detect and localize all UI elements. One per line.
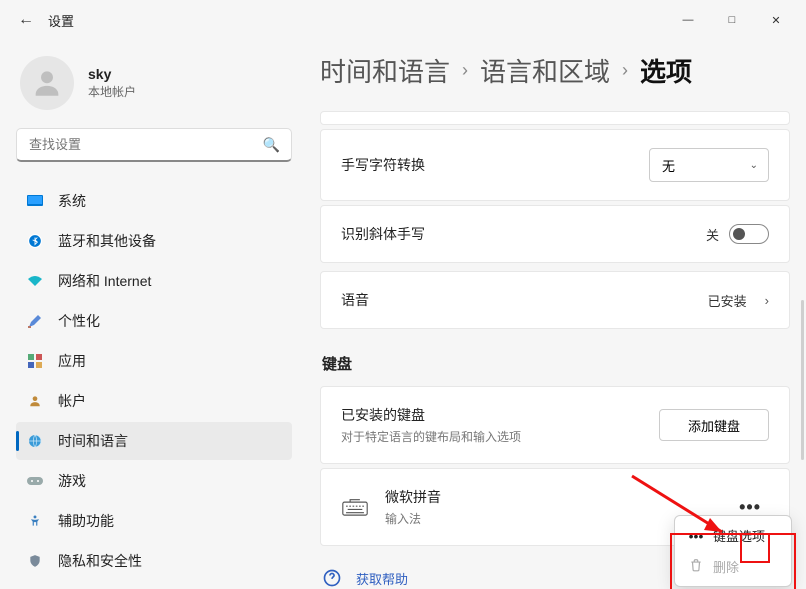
sidebar-item-label: 蓝牙和其他设备: [58, 231, 156, 251]
setting-label: 手写字符转换: [341, 155, 425, 175]
sidebar-item-privacy[interactable]: 隐私和安全性: [16, 542, 292, 580]
chevron-down-icon: ⌄: [750, 160, 758, 171]
user-account-type: 本地帐户: [88, 83, 136, 100]
card-spacer: [320, 111, 790, 125]
breadcrumb-item-options: 选项: [640, 52, 692, 89]
more-icon: •••: [687, 528, 705, 544]
user-name: sky: [88, 66, 136, 82]
breadcrumb-item-time-language[interactable]: 时间和语言: [320, 52, 450, 89]
ctx-item-label: 删除: [713, 557, 739, 576]
ctx-keyboard-options[interactable]: ••• 键盘选项: [675, 520, 791, 551]
accounts-icon: [26, 392, 44, 410]
keyboard-icon: [341, 497, 369, 517]
handwriting-conversion-dropdown[interactable]: 无 ⌄: [649, 148, 769, 182]
system-icon: [26, 192, 44, 210]
back-button[interactable]: ←: [8, 11, 44, 29]
sidebar-item-bluetooth[interactable]: 蓝牙和其他设备: [16, 222, 292, 260]
sidebar-item-gaming[interactable]: 游戏: [16, 462, 292, 500]
sidebar-item-label: 系统: [58, 191, 86, 211]
ctx-delete: 删除: [675, 551, 791, 582]
sidebar-item-label: 帐户: [58, 391, 86, 411]
personalize-icon: [26, 312, 44, 330]
chevron-right-icon: ›: [622, 60, 628, 81]
close-button[interactable]: ✕: [754, 4, 798, 36]
sidebar-item-time-language[interactable]: 时间和语言: [16, 422, 292, 460]
section-title-keyboards: 键盘: [322, 353, 790, 374]
user-profile[interactable]: sky 本地帐户: [16, 56, 292, 110]
minimize-button[interactable]: —: [666, 4, 710, 36]
sidebar: sky 本地帐户 🔍 系统 蓝牙和其他设备 网络和 Internet: [0, 40, 300, 589]
keyboard-title: 微软拼音: [385, 487, 441, 507]
sidebar-item-system[interactable]: 系统: [16, 182, 292, 220]
setting-label: 识别斜体手写: [341, 224, 425, 244]
toggle-knob: [733, 228, 745, 240]
privacy-icon: [26, 552, 44, 570]
breadcrumb-item-language-region[interactable]: 语言和区域: [480, 52, 610, 89]
button-label: 添加键盘: [688, 416, 740, 435]
titlebar: ← 设置 — □ ✕: [0, 0, 806, 40]
window-title: 设置: [48, 11, 74, 30]
search-box[interactable]: 🔍: [16, 128, 292, 162]
toggle-state-text: 关: [706, 225, 719, 244]
search-input[interactable]: [16, 128, 292, 162]
status-badge: 已安装: [708, 291, 747, 310]
setting-subtitle: 对于特定语言的键布局和输入选项: [341, 428, 521, 445]
sidebar-item-label: 隐私和安全性: [58, 551, 142, 571]
accessibility-icon: [26, 512, 44, 530]
wifi-icon: [26, 272, 44, 290]
sidebar-item-accessibility[interactable]: 辅助功能: [16, 502, 292, 540]
sidebar-item-label: 应用: [58, 351, 86, 371]
trash-icon: [687, 558, 705, 575]
maximize-button[interactable]: □: [710, 4, 754, 36]
add-keyboard-button[interactable]: 添加键盘: [659, 409, 769, 441]
card-handwriting-conversion: 手写字符转换 无 ⌄: [320, 129, 790, 201]
chevron-right-icon: ›: [765, 293, 769, 308]
card-speech[interactable]: 语音 已安装 ›: [320, 271, 790, 329]
get-help-link[interactable]: 获取帮助: [356, 569, 408, 588]
sidebar-item-network[interactable]: 网络和 Internet: [16, 262, 292, 300]
italic-handwriting-toggle[interactable]: [729, 224, 769, 244]
sidebar-item-label: 个性化: [58, 311, 100, 331]
setting-label: 已安装的键盘: [341, 405, 521, 425]
avatar: [20, 56, 74, 110]
sidebar-item-label: 游戏: [58, 471, 86, 491]
apps-icon: [26, 352, 44, 370]
setting-label: 语音: [341, 290, 369, 310]
sidebar-item-apps[interactable]: 应用: [16, 342, 292, 380]
help-icon: [322, 568, 342, 588]
sidebar-item-label: 网络和 Internet: [58, 271, 151, 291]
dropdown-value: 无: [662, 156, 675, 175]
nav-list: 系统 蓝牙和其他设备 网络和 Internet 个性化 应用: [16, 182, 292, 582]
card-italic-handwriting: 识别斜体手写 关: [320, 205, 790, 263]
ctx-item-label: 键盘选项: [713, 526, 765, 545]
chevron-right-icon: ›: [462, 60, 468, 81]
bluetooth-icon: [26, 232, 44, 250]
card-installed-keyboards: 已安装的键盘 对于特定语言的键布局和输入选项 添加键盘: [320, 386, 790, 464]
time-language-icon: [26, 432, 44, 450]
gaming-icon: [26, 472, 44, 490]
sidebar-item-personalize[interactable]: 个性化: [16, 302, 292, 340]
main-panel: 时间和语言 › 语言和区域 › 选项 手写字符转换 无 ⌄ 识别斜体手写 关: [300, 40, 806, 589]
sidebar-item-label: 辅助功能: [58, 511, 114, 531]
context-menu: ••• 键盘选项 删除: [674, 515, 792, 587]
sidebar-item-label: 时间和语言: [58, 431, 128, 451]
keyboard-subtitle: 输入法: [385, 510, 441, 527]
scrollbar[interactable]: [801, 300, 804, 460]
sidebar-item-accounts[interactable]: 帐户: [16, 382, 292, 420]
breadcrumb: 时间和语言 › 语言和区域 › 选项: [320, 52, 790, 89]
